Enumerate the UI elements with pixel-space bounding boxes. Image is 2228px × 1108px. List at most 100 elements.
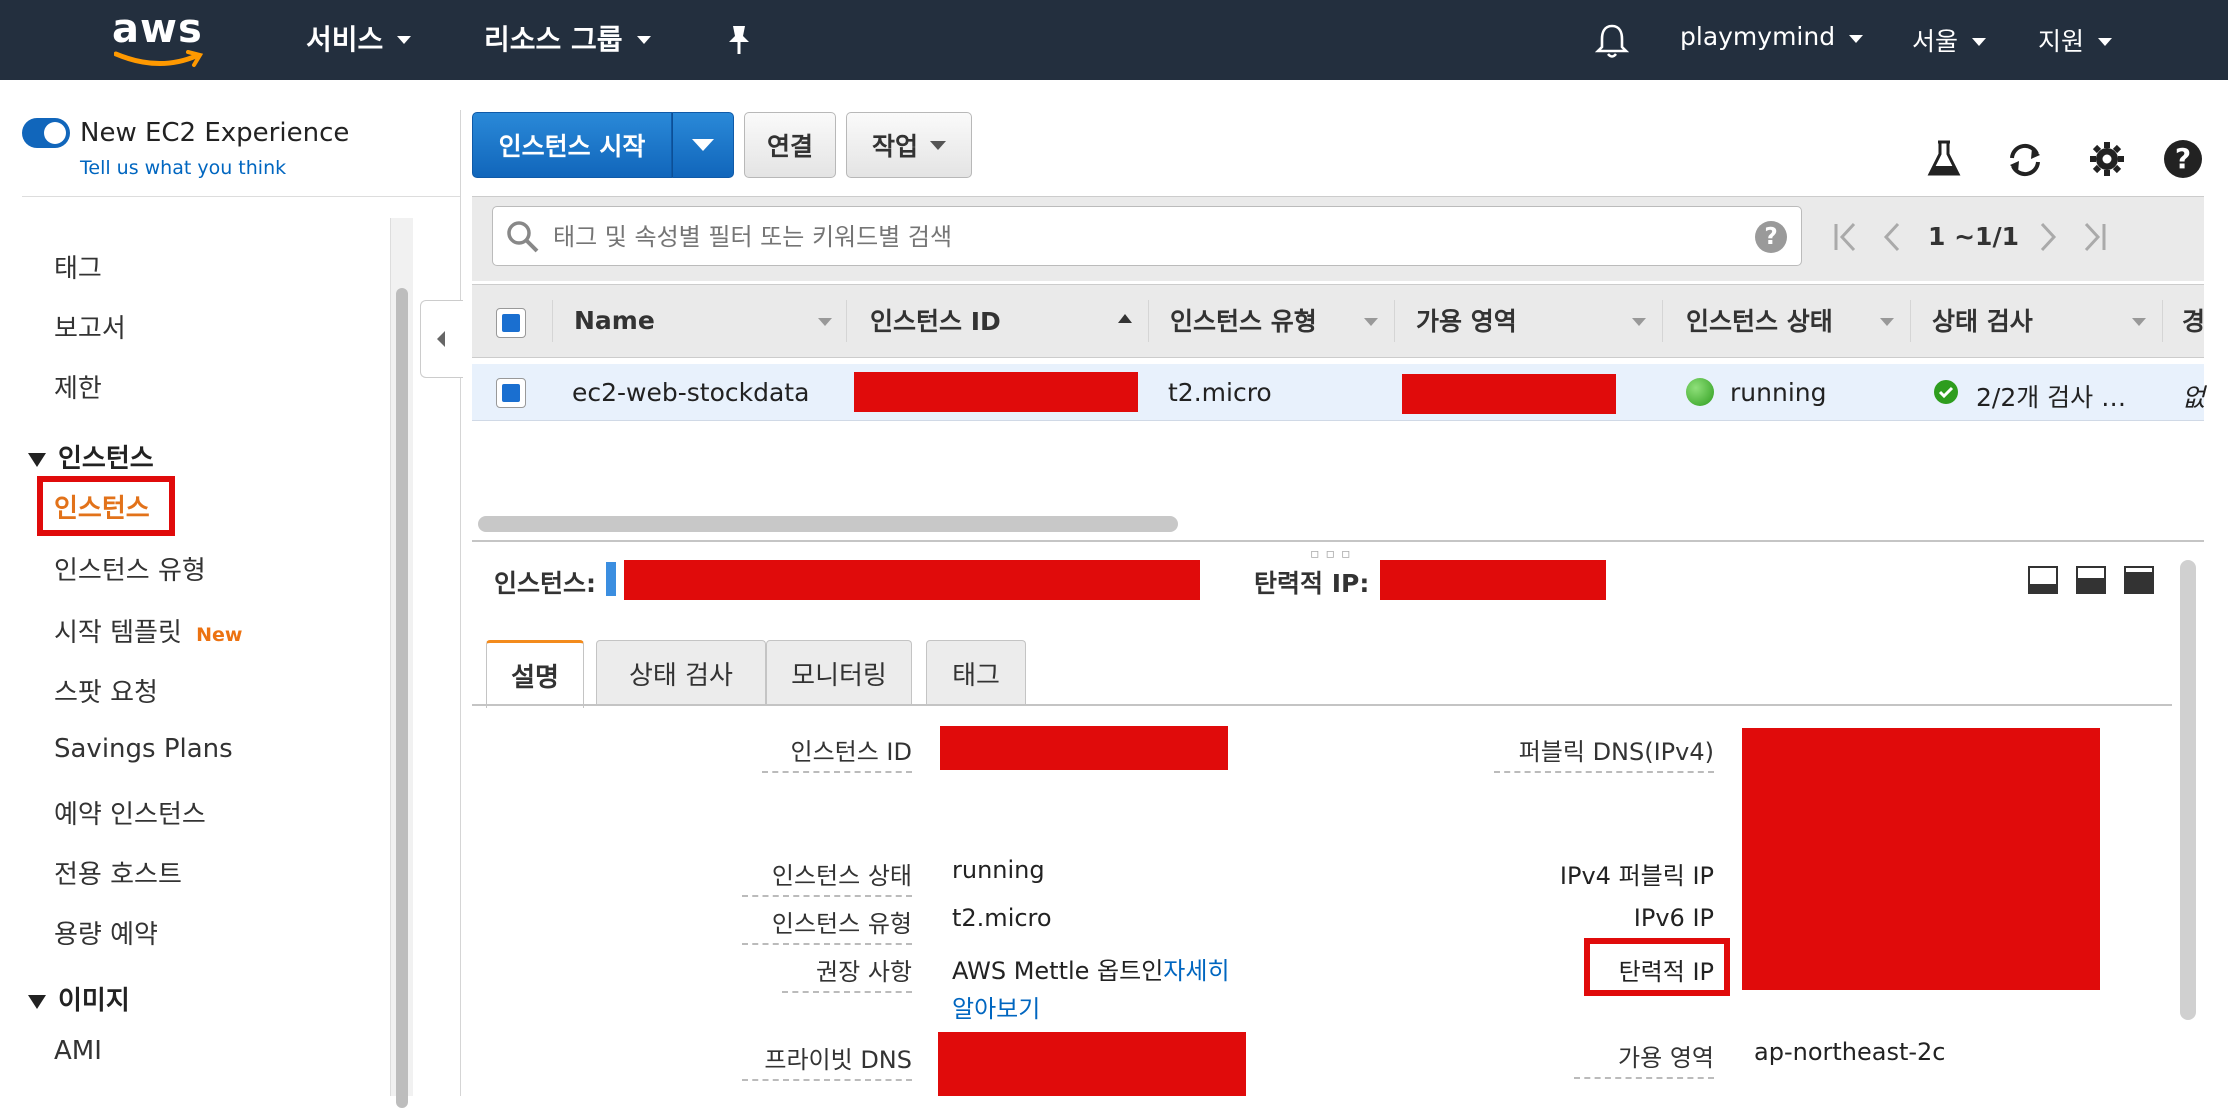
launch-instance-button[interactable]: 인스턴스 시작	[472, 112, 672, 178]
sidebar-scrollbar-track[interactable]	[390, 218, 413, 1108]
learn-more-link[interactable]: 자세히	[1163, 957, 1229, 985]
chevron-left-icon	[437, 331, 445, 347]
value-instance-type: t2.micro	[952, 904, 1052, 932]
sidebar-item-spot-requests[interactable]: 스팟 요청	[54, 672, 158, 709]
value-instance-state: running	[952, 856, 1045, 884]
next-page-icon[interactable]	[2038, 220, 2060, 258]
layout-half-icon[interactable]	[2076, 566, 2106, 594]
row-alarm-status: 없	[2182, 383, 2206, 412]
first-page-icon[interactable]	[1832, 220, 1858, 258]
sidebar-item-reports[interactable]: 보고서	[54, 308, 126, 345]
support-menu[interactable]: 지원	[2038, 22, 2113, 58]
last-page-icon[interactable]	[2082, 220, 2108, 258]
column-header-instance-state[interactable]: 인스턴스 상태	[1686, 290, 1833, 350]
resource-groups-label: 리소스 그룹	[484, 23, 623, 56]
tab-tags[interactable]: 태그	[926, 640, 1026, 706]
new-ec2-experience-toggle[interactable]	[22, 118, 70, 148]
column-header-availability-zone[interactable]: 가용 영역	[1416, 290, 1517, 350]
section-label: 이미지	[58, 986, 130, 1016]
help-icon[interactable]: ?	[2164, 140, 2202, 178]
username-label: playmymind	[1680, 22, 1836, 51]
sidebar-item-capacity-reservations[interactable]: 용량 예약	[54, 914, 158, 951]
column-header-instance-id[interactable]: 인스턴스 ID	[870, 290, 1001, 350]
sidebar-item-tags[interactable]: 태그	[54, 248, 102, 285]
learn-more-link[interactable]: 알아보기	[952, 995, 1040, 1023]
layout-full-icon[interactable]	[2124, 566, 2154, 594]
column-header-instance-type[interactable]: 인스턴스 유형	[1170, 290, 1317, 350]
previous-page-icon[interactable]	[1880, 220, 1902, 258]
label-instance-id: 인스턴스 ID	[762, 732, 912, 773]
actions-button[interactable]: 작업	[846, 112, 972, 178]
label-instance-state: 인스턴스 상태	[742, 856, 912, 897]
launch-templates-label: 시작 템플릿	[54, 618, 182, 648]
pagination-label: 1 ~1/1	[1928, 222, 2019, 251]
support-label: 지원	[2038, 27, 2085, 56]
sort-caret-icon[interactable]	[2132, 318, 2146, 326]
caret-down-icon	[692, 139, 714, 151]
sort-caret-icon[interactable]	[818, 318, 832, 326]
sidebar-section-images[interactable]: 이미지	[28, 980, 130, 1017]
sidebar-item-dedicated-hosts[interactable]: 전용 호스트	[54, 854, 182, 891]
refresh-icon[interactable]	[2004, 140, 2046, 184]
row-status-checks[interactable]: 2/2개 검사 …	[1976, 378, 2126, 414]
sort-caret-icon[interactable]	[1364, 318, 1378, 326]
sidebar-item-instance-types[interactable]: 인스턴스 유형	[54, 550, 206, 587]
sidebar-section-instances[interactable]: 인스턴스	[28, 438, 154, 475]
redacted-elastic-ip	[1380, 560, 1606, 600]
column-header-name[interactable]: Name	[574, 290, 655, 350]
chevron-down-icon	[1849, 34, 1864, 43]
redacted-availability-zone	[1402, 374, 1616, 414]
split-pane-divider[interactable]	[472, 540, 2204, 542]
top-navigation-bar: aws 서비스 리소스 그룹 playmymind 서울 지원	[0, 0, 2228, 80]
sidebar-item-ami[interactable]: AMI	[54, 1036, 102, 1066]
redacted-instance-name	[624, 560, 1200, 600]
sidebar-item-instances[interactable]: 인스턴스	[54, 488, 150, 525]
connect-button[interactable]: 연결	[744, 112, 836, 178]
tab-monitoring[interactable]: 모니터링	[766, 640, 912, 706]
search-input[interactable]	[551, 217, 1695, 257]
region-menu[interactable]: 서울	[1912, 22, 1987, 58]
new-ec2-experience-label: New EC2 Experience	[80, 118, 350, 148]
row-checkbox[interactable]	[496, 378, 526, 408]
pin-icon[interactable]	[724, 24, 754, 62]
sidebar-scrollbar-thumb[interactable]	[396, 288, 408, 1108]
sidebar-item-limits[interactable]: 제한	[54, 368, 102, 405]
tab-status-checks[interactable]: 상태 검사	[596, 640, 766, 706]
notifications-bell-icon[interactable]	[1594, 22, 1630, 64]
value-recommendation: AWS Mettle 옵트인자세히 알아보기	[952, 952, 1242, 1028]
column-separator	[846, 300, 847, 342]
collapse-sidebar-button[interactable]	[420, 300, 463, 378]
chevron-down-icon	[397, 36, 412, 44]
aws-logo-text: aws	[112, 6, 203, 52]
sort-caret-icon[interactable]	[1880, 318, 1894, 326]
sort-caret-icon[interactable]	[1632, 318, 1646, 326]
table-horizontal-scrollbar[interactable]	[478, 516, 1178, 532]
sort-ascending-icon[interactable]	[1118, 314, 1132, 323]
sidebar-item-launch-templates[interactable]: 시작 템플릿 New	[54, 612, 242, 649]
row-name: ec2-web-stockdata	[572, 378, 810, 407]
search-help-icon[interactable]: ?	[1755, 221, 1787, 253]
services-label: 서비스	[306, 23, 384, 56]
column-separator	[552, 300, 553, 342]
detail-scrollbar[interactable]	[2180, 560, 2196, 1020]
tab-description[interactable]: 설명	[486, 640, 584, 708]
layout-bottom-icon[interactable]	[2028, 566, 2058, 594]
sidebar-item-reserved-instances[interactable]: 예약 인스턴스	[54, 794, 206, 831]
column-header-alarm-status[interactable]: 경	[2182, 290, 2205, 350]
resource-groups-menu[interactable]: 리소스 그룹	[484, 18, 651, 58]
flask-icon[interactable]	[1926, 138, 1962, 182]
user-account-menu[interactable]: playmymind	[1680, 22, 1864, 51]
redacted-public-dns-and-ips	[1742, 728, 2100, 990]
detail-instance-label: 인스턴스:	[494, 569, 596, 598]
search-box[interactable]: ?	[492, 206, 1802, 266]
select-all-checkbox[interactable]	[496, 308, 526, 338]
drag-handle-icon[interactable]: ▫▫▫	[1310, 546, 1356, 562]
feedback-link[interactable]: Tell us what you think	[80, 157, 286, 179]
sidebar-item-savings-plans[interactable]: Savings Plans	[54, 734, 233, 764]
gear-icon[interactable]	[2088, 140, 2126, 182]
aws-logo[interactable]: aws	[112, 6, 204, 67]
column-separator	[1910, 300, 1911, 342]
column-header-status-checks[interactable]: 상태 검사	[1932, 290, 2033, 350]
launch-instance-dropdown-button[interactable]	[672, 112, 734, 178]
services-menu[interactable]: 서비스	[306, 18, 412, 58]
